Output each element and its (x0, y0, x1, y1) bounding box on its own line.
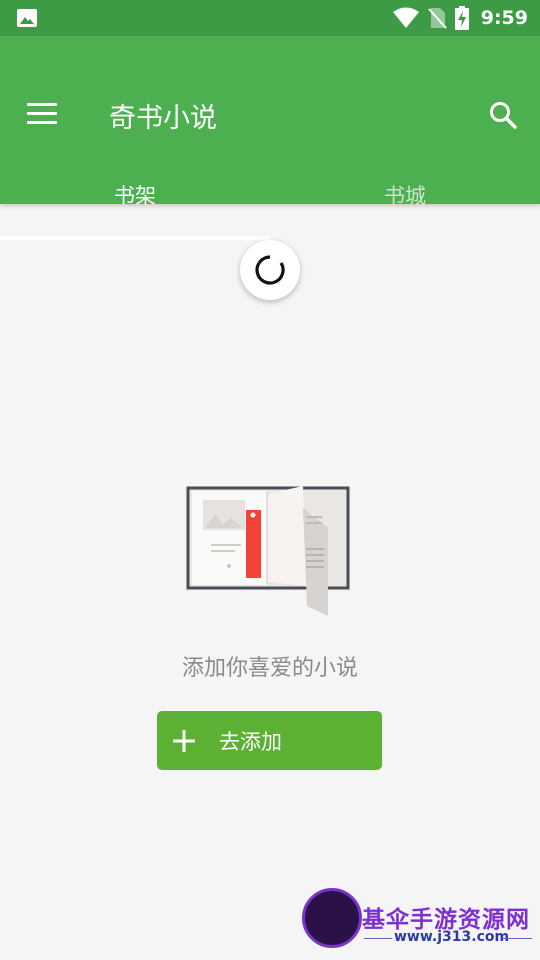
tab-bar: 书架 书城 (0, 162, 540, 240)
wifi-icon (392, 7, 419, 28)
loading-spinner-icon (255, 255, 285, 285)
no-sim-icon (427, 8, 447, 29)
watermark-url: www.j313.com (394, 929, 510, 945)
refresh-indicator (240, 240, 300, 300)
tab-bookstore[interactable]: 书城 (270, 162, 540, 240)
watermark: 基伞手游资源网 www.j313.com (302, 886, 540, 960)
image-icon (17, 9, 37, 27)
search-icon[interactable] (488, 100, 518, 130)
battery-charging-icon (454, 6, 469, 30)
tab-bookshelf[interactable]: 书架 (0, 162, 270, 240)
empty-shelf-message: 添加你喜爱的小说 (181, 656, 358, 681)
plus-icon (173, 729, 195, 752)
watermark-logo-icon (302, 888, 362, 948)
empty-bookshelf-illustration (186, 486, 350, 616)
clock: 9:59 (480, 7, 528, 29)
add-novel-button[interactable]: 去添加 (157, 711, 382, 770)
menu-icon[interactable] (27, 103, 57, 127)
page-title: 奇书小说 (109, 103, 217, 134)
status-bar: 9:59 (0, 0, 540, 36)
add-novel-button-label: 去添加 (219, 729, 282, 754)
app-bar: 奇书小说 书架 书城 (0, 36, 540, 240)
